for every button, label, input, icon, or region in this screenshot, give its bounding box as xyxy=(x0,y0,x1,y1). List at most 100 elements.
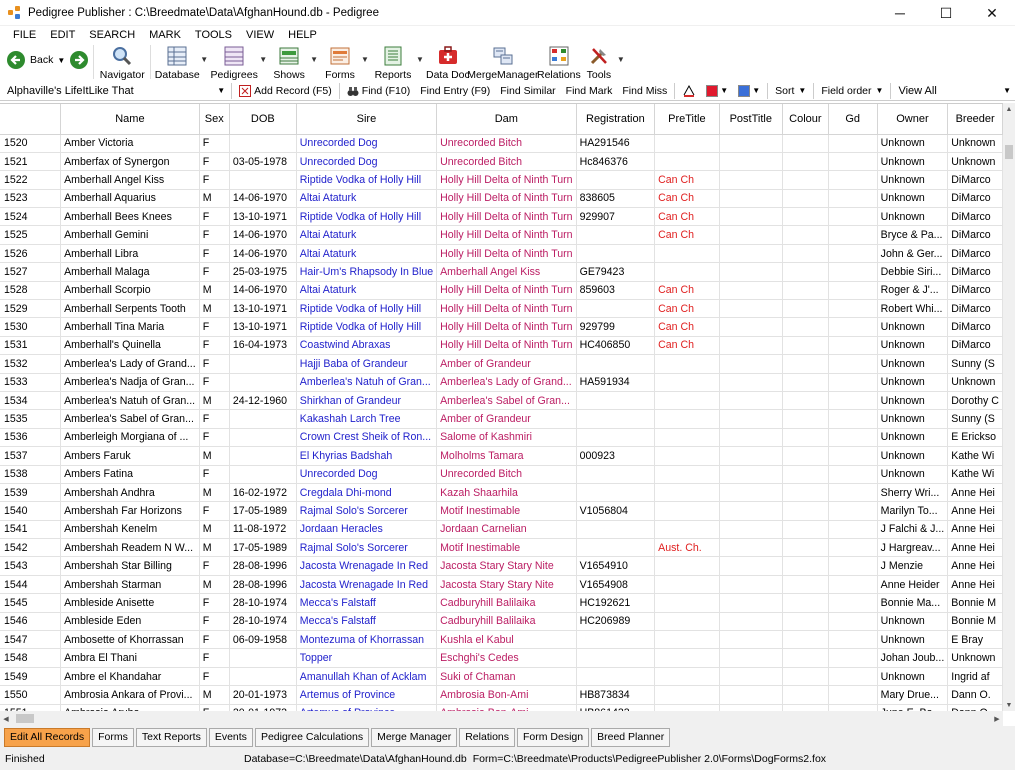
table-row[interactable]: 1550 Ambrosia Ankara of Provi... M 20-01-19… xyxy=(0,685,1003,705)
sire-cell[interactable]: Jacosta Wrenagade In Red xyxy=(296,575,438,595)
row-number[interactable]: 1549 xyxy=(0,667,62,687)
dob-cell[interactable]: 14-06-1970 xyxy=(229,225,297,245)
name-cell[interactable]: Amberhall Scorpio xyxy=(60,281,200,301)
colour-cell[interactable] xyxy=(782,189,829,209)
sire-cell[interactable]: Kakashah Larch Tree xyxy=(296,409,438,429)
pretitle-cell[interactable] xyxy=(654,262,720,282)
row-number[interactable]: 1525 xyxy=(0,225,62,245)
column-header-posttitle[interactable]: PostTitle xyxy=(719,104,783,135)
gd-cell[interactable] xyxy=(828,593,878,613)
row-number[interactable]: 1551 xyxy=(0,704,62,711)
name-cell[interactable]: Amber Victoria xyxy=(60,134,200,153)
colour-cell[interactable] xyxy=(782,170,829,190)
sire-cell[interactable]: Unrecorded Dog xyxy=(296,152,438,172)
sire-cell[interactable]: Montezuma of Khorrassan xyxy=(296,630,438,650)
pretitle-cell[interactable] xyxy=(654,428,720,448)
breeder-cell[interactable]: Anne Hei xyxy=(947,501,1003,521)
posttitle-cell[interactable] xyxy=(719,612,783,632)
records-grid[interactable]: Name Sex DOB Sire Dam Registration PreTi… xyxy=(0,103,1003,711)
posttitle-cell[interactable] xyxy=(719,134,783,153)
owner-cell[interactable]: June E. Ba... xyxy=(877,704,949,711)
database-dropdown-icon[interactable]: ▼ xyxy=(200,55,208,64)
gd-cell[interactable] xyxy=(828,446,878,466)
registration-cell[interactable]: Hc846376 xyxy=(576,152,656,172)
column-header-sex[interactable]: Sex xyxy=(199,104,230,135)
sex-cell[interactable]: F xyxy=(199,593,230,613)
owner-cell[interactable]: Unknown xyxy=(877,170,949,190)
gd-cell[interactable] xyxy=(828,520,878,540)
colour-cell[interactable] xyxy=(782,134,829,153)
dam-cell[interactable]: Kazah Shaarhila xyxy=(436,483,577,503)
sire-cell[interactable]: Amberlea's Natuh of Gran... xyxy=(296,373,438,392)
row-number[interactable]: 1521 xyxy=(0,152,62,172)
table-row[interactable]: 1520 Amber Victoria F Unrecorded Dog Unrecor… xyxy=(0,134,1003,153)
find-miss-button[interactable]: Find Miss xyxy=(617,85,672,97)
dam-cell[interactable]: Holly Hill Delta of Ninth Turn xyxy=(436,244,577,264)
name-cell[interactable]: Ambershah Star Billing xyxy=(60,556,200,576)
breeder-cell[interactable]: DiMarco xyxy=(947,207,1003,227)
dam-cell[interactable]: Cadburyhill Balilaika xyxy=(436,612,577,632)
sire-cell[interactable]: Artemus of Province xyxy=(296,704,438,711)
gd-cell[interactable] xyxy=(828,299,878,319)
tab-pedigree-calculations[interactable]: Pedigree Calculations xyxy=(254,727,370,747)
sire-cell[interactable]: Riptide Vodka of Holly Hill xyxy=(296,317,438,337)
sire-cell[interactable]: Unrecorded Dog xyxy=(296,134,438,153)
posttitle-cell[interactable] xyxy=(719,483,783,503)
registration-cell[interactable] xyxy=(576,225,656,245)
menu-help[interactable]: HELP xyxy=(281,29,324,41)
row-number[interactable]: 1544 xyxy=(0,575,62,595)
gd-cell[interactable] xyxy=(828,244,878,264)
dam-cell[interactable]: Holly Hill Delta of Ninth Turn xyxy=(436,336,577,356)
registration-cell[interactable] xyxy=(576,465,656,484)
dam-cell[interactable]: Amber of Grandeur xyxy=(436,409,577,429)
close-button[interactable]: ✕ xyxy=(969,0,1015,26)
posttitle-cell[interactable] xyxy=(719,556,783,576)
owner-cell[interactable]: Unknown xyxy=(877,336,949,356)
breeder-cell[interactable]: E Erickso xyxy=(947,428,1003,448)
posttitle-cell[interactable] xyxy=(719,225,783,245)
row-number[interactable]: 1534 xyxy=(0,391,62,411)
dam-cell[interactable]: Unrecorded Bitch xyxy=(436,152,577,172)
posttitle-cell[interactable] xyxy=(719,704,783,711)
name-cell[interactable]: Ambrosia Aruba xyxy=(60,704,200,711)
owner-cell[interactable]: Debbie Siri... xyxy=(877,262,949,282)
posttitle-cell[interactable] xyxy=(719,685,783,705)
pedigrees-button[interactable]: Pedigrees xyxy=(210,43,258,81)
gd-cell[interactable] xyxy=(828,685,878,705)
pretitle-cell[interactable]: Can Ch xyxy=(654,317,720,337)
dam-cell[interactable]: Kushla el Kabul xyxy=(436,630,577,650)
dob-cell[interactable] xyxy=(229,354,297,374)
name-cell[interactable]: Amberhall Bees Knees xyxy=(60,207,200,227)
sire-cell[interactable]: Unrecorded Dog xyxy=(296,465,438,484)
breeder-cell[interactable]: Unknown xyxy=(947,134,1003,153)
colour-cell[interactable] xyxy=(782,538,829,558)
owner-cell[interactable]: Marilyn To... xyxy=(877,501,949,521)
colour-cell[interactable] xyxy=(782,262,829,282)
sex-cell[interactable]: M xyxy=(199,391,230,411)
reports-button[interactable]: Reports xyxy=(371,43,415,81)
colour-cell[interactable] xyxy=(782,428,829,448)
horizontal-scroll-thumb[interactable] xyxy=(16,714,34,723)
colour-cell[interactable] xyxy=(782,704,829,711)
pretitle-cell[interactable] xyxy=(654,244,720,264)
dob-cell[interactable] xyxy=(229,648,297,668)
dob-cell[interactable]: 17-05-1989 xyxy=(229,538,297,558)
row-number[interactable]: 1543 xyxy=(0,556,62,576)
posttitle-cell[interactable] xyxy=(719,281,783,301)
table-row[interactable]: 1533 Amberlea's Nadja of Gran... F Amberlea… xyxy=(0,373,1003,392)
row-number[interactable]: 1537 xyxy=(0,446,62,466)
navigator-button[interactable]: Navigator xyxy=(98,43,146,81)
dam-cell[interactable]: Motif Inestimable xyxy=(436,538,577,558)
table-row[interactable]: 1532 Amberlea's Lady of Grand... F Hajji Ba… xyxy=(0,354,1003,374)
row-number[interactable]: 1520 xyxy=(0,134,62,153)
pretitle-cell[interactable] xyxy=(654,556,720,576)
sire-cell[interactable]: Altai Ataturk xyxy=(296,281,438,301)
reports-dropdown-icon[interactable]: ▼ xyxy=(416,55,424,64)
colour-cell[interactable] xyxy=(782,593,829,613)
registration-cell[interactable]: HB873834 xyxy=(576,685,656,705)
colour-cell[interactable] xyxy=(782,575,829,595)
row-number[interactable]: 1536 xyxy=(0,428,62,448)
pretitle-cell[interactable] xyxy=(654,575,720,595)
posttitle-cell[interactable] xyxy=(719,593,783,613)
posttitle-cell[interactable] xyxy=(719,299,783,319)
